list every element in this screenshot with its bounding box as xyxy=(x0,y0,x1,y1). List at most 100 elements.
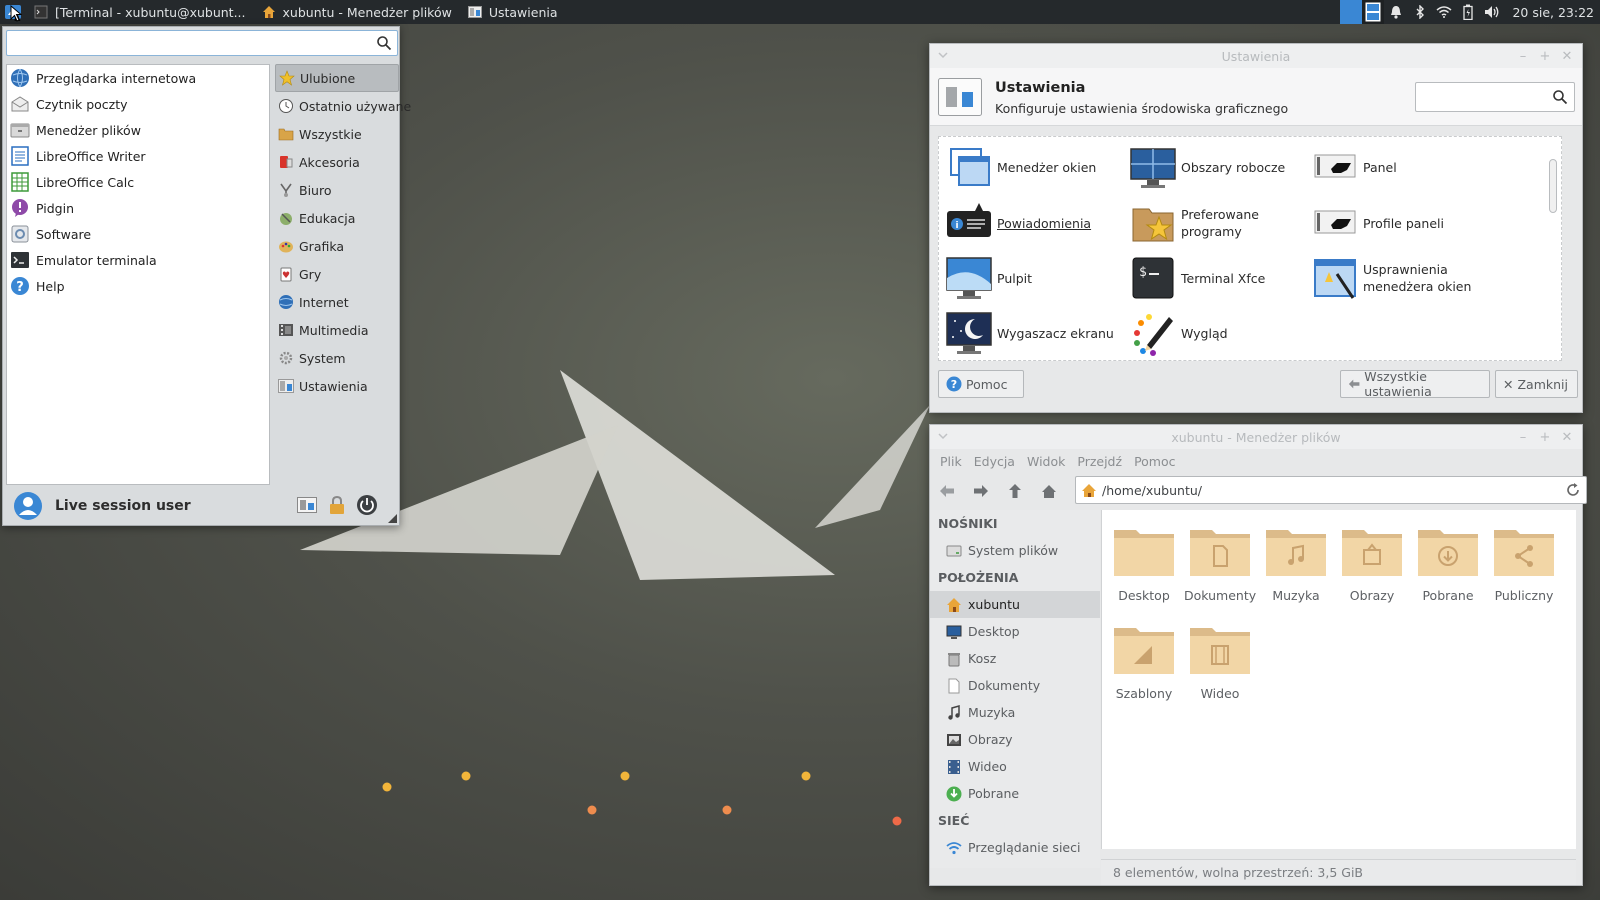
desktop-icon xyxy=(946,625,962,639)
settings-manager-button[interactable] xyxy=(295,493,319,517)
app-file-manager[interactable]: Menedżer plików xyxy=(7,117,269,143)
taskbar-item-settings[interactable]: Ustawienia xyxy=(460,0,566,24)
category-system[interactable]: System xyxy=(275,344,399,372)
close-settings-button[interactable]: ✕ Zamknij xyxy=(1495,370,1578,398)
sidebar-item-music[interactable]: Muzyka xyxy=(930,699,1100,726)
app-mail-reader[interactable]: Czytnik poczty xyxy=(7,91,269,117)
window-menu-icon[interactable] xyxy=(938,431,948,441)
folder-public[interactable]: Publiczny xyxy=(1488,524,1560,603)
log-out-button[interactable] xyxy=(355,493,379,517)
settings-item-window-manager[interactable]: Menedżer okien xyxy=(945,141,1129,193)
up-button[interactable] xyxy=(998,476,1032,506)
folder-videos[interactable]: Wideo xyxy=(1184,622,1256,701)
home-button[interactable] xyxy=(1032,476,1066,506)
maximize-button[interactable]: + xyxy=(1536,47,1554,65)
category-all[interactable]: Wszystkie xyxy=(275,120,399,148)
workspace-1[interactable] xyxy=(1340,0,1363,24)
sidebar-item-documents[interactable]: Dokumenty xyxy=(930,672,1100,699)
category-graphics[interactable]: Grafika xyxy=(275,232,399,260)
window-menu-icon[interactable] xyxy=(938,50,948,60)
forward-button[interactable] xyxy=(964,476,998,506)
app-libreoffice-writer[interactable]: LibreOffice Writer xyxy=(7,143,269,169)
settings-item-notifications[interactable]: i Powiadomienia xyxy=(945,197,1129,249)
category-education[interactable]: Edukacja xyxy=(275,204,399,232)
menu-help[interactable]: Pomoc xyxy=(1128,454,1181,469)
app-libreoffice-calc[interactable]: LibreOffice Calc xyxy=(7,169,269,195)
folder-documents[interactable]: Dokumenty xyxy=(1184,524,1256,603)
category-internet[interactable]: Internet xyxy=(275,288,399,316)
menu-edit[interactable]: Edycja xyxy=(968,454,1021,469)
sidebar-item-trash[interactable]: Kosz xyxy=(930,645,1100,672)
settings-item-appearance[interactable]: Wygląd xyxy=(1129,307,1313,359)
app-software[interactable]: Software xyxy=(7,221,269,247)
app-terminal-emulator[interactable]: Emulator terminala xyxy=(7,247,269,273)
settings-item-screensaver[interactable]: Wygaszacz ekranu xyxy=(945,307,1129,359)
sidebar-item-desktop[interactable]: Desktop xyxy=(930,618,1100,645)
lock-screen-button[interactable] xyxy=(325,493,349,517)
menu-file[interactable]: Plik xyxy=(934,454,968,469)
minimize-button[interactable]: – xyxy=(1514,47,1532,65)
wifi-icon[interactable] xyxy=(1432,0,1456,24)
back-button[interactable] xyxy=(930,476,964,506)
clock[interactable]: 20 sie, 23:22 xyxy=(1504,5,1600,20)
notifications-icon[interactable] xyxy=(1384,0,1408,24)
app-web-browser[interactable]: Przeglądarka internetowa xyxy=(7,65,269,91)
close-button[interactable]: ✕ xyxy=(1558,47,1576,65)
settings-item-xfce-terminal[interactable]: $ Terminal Xfce xyxy=(1129,252,1313,304)
app-pidgin[interactable]: Pidgin xyxy=(7,195,269,221)
close-button[interactable]: ✕ xyxy=(1558,428,1576,446)
settings-item-panel[interactable]: Panel xyxy=(1311,141,1495,193)
category-office[interactable]: Biuro xyxy=(275,176,399,204)
battery-icon[interactable] xyxy=(1456,0,1480,24)
file-manager-titlebar[interactable]: xubuntu - Menedżer plików – + ✕ xyxy=(930,425,1582,449)
location-bar[interactable]: /home/xubuntu/ xyxy=(1075,476,1587,504)
settings-item-desktop[interactable]: Pulpit xyxy=(945,252,1129,304)
sidebar-item-videos[interactable]: Wideo xyxy=(930,753,1100,780)
terminal-icon xyxy=(34,5,48,19)
settings-item-workspaces[interactable]: Obszary robocze xyxy=(1129,141,1313,193)
all-settings-button[interactable]: Wszystkie ustawienia xyxy=(1340,369,1490,399)
category-multimedia[interactable]: Multimedia xyxy=(275,316,399,344)
reload-icon[interactable] xyxy=(1565,482,1581,498)
sidebar-item-downloads[interactable]: Pobrane xyxy=(930,780,1100,807)
category-accessories[interactable]: Akcesoria xyxy=(275,148,399,176)
app-label: Pidgin xyxy=(36,200,75,216)
settings-window: Ustawienia – + ✕ Ustawienia Konfiguruje … xyxy=(929,43,1583,413)
sidebar-item-filesystem[interactable]: System plików xyxy=(930,537,1100,564)
category-recent[interactable]: Ostatnio używane xyxy=(275,92,411,120)
category-favorites[interactable]: Ulubione xyxy=(275,64,399,92)
folder-downloads[interactable]: Pobrane xyxy=(1412,524,1484,603)
menu-search-input[interactable] xyxy=(6,30,398,56)
volume-icon[interactable] xyxy=(1480,0,1504,24)
help-button[interactable]: ? Pomoc xyxy=(938,370,1024,398)
menu-view[interactable]: Widok xyxy=(1021,454,1071,469)
settings-item-panel-profiles[interactable]: Profile paneli xyxy=(1311,197,1495,249)
menu-go[interactable]: Przejdź xyxy=(1071,454,1128,469)
app-help[interactable]: ? Help xyxy=(7,273,269,299)
games-icon: ♥ xyxy=(280,267,292,282)
taskbar-item-terminal[interactable]: [Terminal - xubuntu@xubunt... xyxy=(26,0,254,24)
workspace-2[interactable] xyxy=(1362,0,1384,24)
bluetooth-icon[interactable] xyxy=(1408,0,1432,24)
settings-item-window-manager-tweaks[interactable]: Usprawnienia menedżera okien xyxy=(1311,252,1495,304)
folder-desktop[interactable]: Desktop xyxy=(1108,524,1180,603)
folder-pictures[interactable]: Obrazy xyxy=(1336,524,1408,603)
maximize-button[interactable]: + xyxy=(1536,428,1554,446)
minimize-button[interactable]: – xyxy=(1514,428,1532,446)
app-label: Menedżer plików xyxy=(36,122,141,138)
folder-music[interactable]: Muzyka xyxy=(1260,524,1332,603)
category-settings[interactable]: Ustawienia xyxy=(275,372,399,400)
sidebar-item-pictures[interactable]: Obrazy xyxy=(930,726,1100,753)
settings-scrollbar[interactable] xyxy=(1549,159,1557,213)
sidebar-item-browse-network[interactable]: Przeglądanie sieci xyxy=(930,834,1100,861)
settings-titlebar[interactable]: Ustawienia – + ✕ xyxy=(930,44,1582,68)
settings-search-input[interactable] xyxy=(1415,82,1575,112)
resize-grip-icon[interactable] xyxy=(388,514,397,523)
workspace-switcher[interactable] xyxy=(1340,0,1385,24)
taskbar-item-file-manager[interactable]: xubuntu - Menedżer plików xyxy=(254,0,460,24)
folder-templates[interactable]: Szablony xyxy=(1108,622,1180,701)
category-games[interactable]: ♥ Gry xyxy=(275,260,399,288)
sidebar-item-label: Desktop xyxy=(968,624,1020,639)
settings-item-preferred-applications[interactable]: Preferowane programy xyxy=(1129,197,1313,249)
sidebar-item-home[interactable]: xubuntu xyxy=(930,591,1100,618)
